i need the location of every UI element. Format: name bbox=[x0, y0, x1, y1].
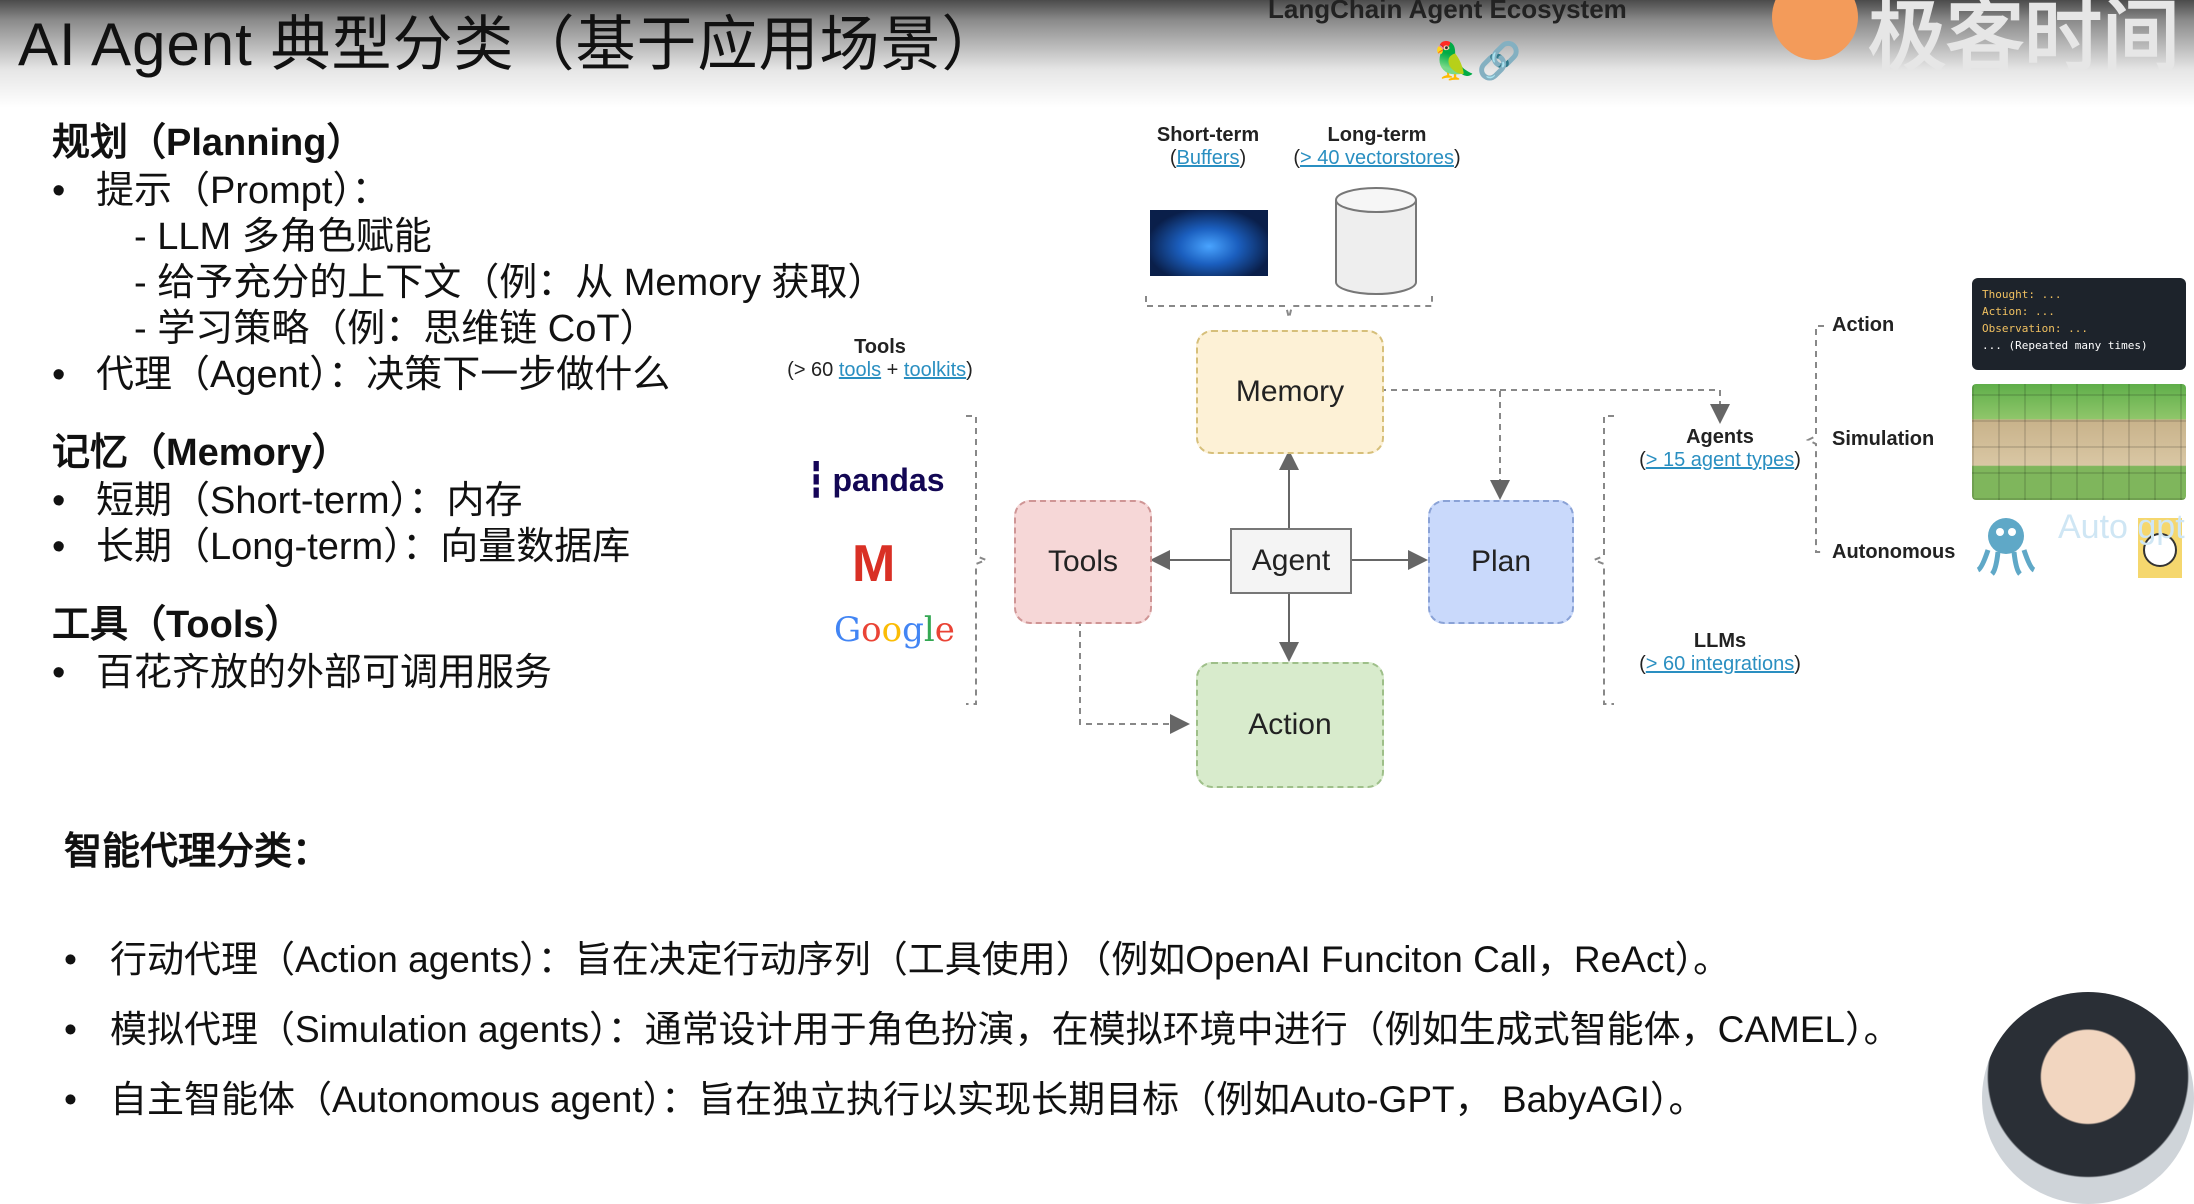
buffers-link[interactable]: Buffers bbox=[1177, 147, 1240, 169]
google-logo: Google bbox=[834, 610, 955, 650]
gmail-logo: M bbox=[852, 535, 896, 593]
tools-label: Tools (> 60 tools + toolkits) bbox=[787, 336, 973, 381]
action-node: Action bbox=[1196, 662, 1384, 788]
react-code-example: Thought: ... Action: ... Observation: ..… bbox=[1972, 278, 2186, 370]
plan-node: Plan bbox=[1428, 500, 1574, 624]
database-cylinder-icon bbox=[1335, 187, 1417, 295]
integrations-link[interactable]: > 60 integrations bbox=[1646, 653, 1794, 675]
short-term-label: Short-term (Buffers) bbox=[1156, 124, 1260, 169]
agent-node: Agent bbox=[1230, 528, 1352, 594]
agent-kind-autonomous: Autonomous bbox=[1832, 541, 1956, 563]
tools-link[interactable]: tools bbox=[839, 359, 881, 381]
simulation-game-image bbox=[1972, 384, 2186, 500]
brain-image bbox=[1150, 210, 1268, 276]
presenter-avatar bbox=[1982, 992, 2194, 1204]
pandas-icon: ┇ bbox=[806, 461, 827, 499]
agents-label: Agents (> 15 agent types) bbox=[1639, 426, 1801, 471]
llms-label: LLMs (> 60 integrations) bbox=[1639, 630, 1801, 675]
long-term-label: Long-term (> 40 vectorstores) bbox=[1293, 124, 1461, 169]
memory-node: Memory bbox=[1196, 330, 1384, 454]
agent-types-link[interactable]: > 15 agent types bbox=[1646, 449, 1794, 471]
vectorstores-link[interactable]: > 40 vectorstores bbox=[1300, 147, 1454, 169]
autogpt-logo-text: Auto gpt bbox=[2058, 508, 2185, 546]
toolkits-link[interactable]: toolkits bbox=[904, 359, 966, 381]
diagram: Memory Tools Plan Action Agent Short-ter… bbox=[0, 0, 2194, 1144]
agent-kind-action: Action bbox=[1832, 314, 1895, 336]
tools-node: Tools bbox=[1014, 500, 1152, 624]
agent-kind-simulation: Simulation bbox=[1832, 428, 1935, 450]
pandas-logo: ┇ pandas bbox=[806, 461, 945, 499]
